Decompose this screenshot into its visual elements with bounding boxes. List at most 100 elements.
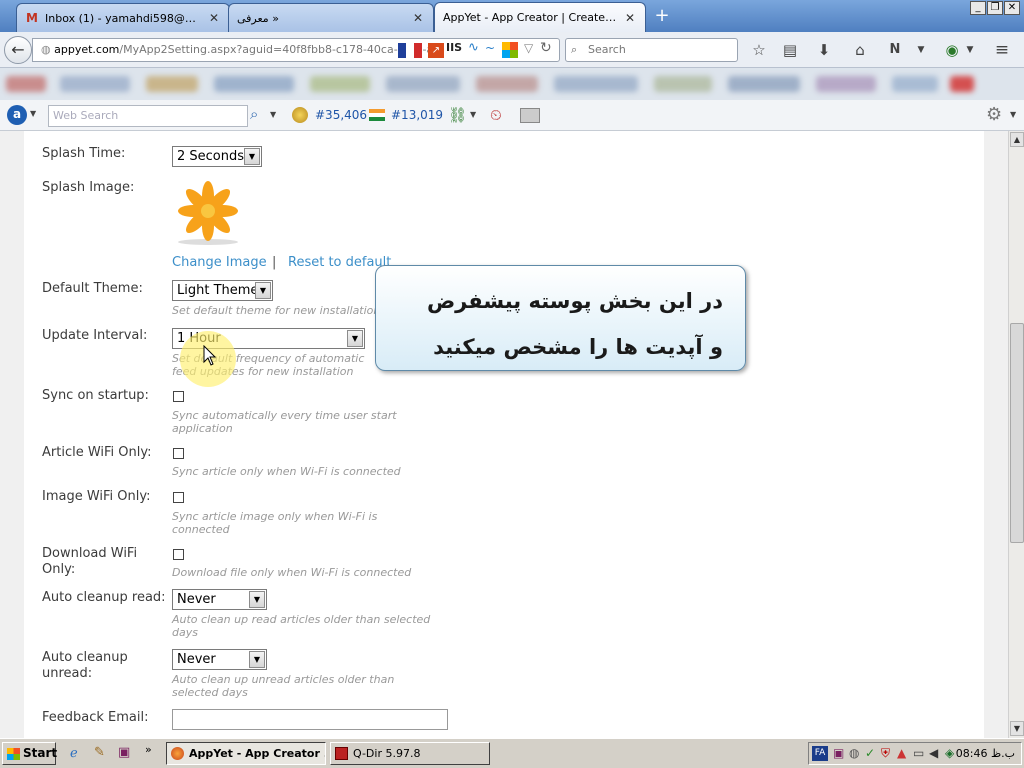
address-bar[interactable]: ◍ appyet.com/MyApp2Setting.aspx?aguid=40… bbox=[32, 38, 560, 62]
restore-button[interactable]: ❐ bbox=[987, 1, 1003, 15]
qdir-icon bbox=[335, 747, 348, 760]
search-input[interactable]: ⌕ Search bbox=[565, 38, 738, 62]
dropdown-arrow-icon[interactable]: ▽ bbox=[524, 41, 533, 55]
iis-addon-icon[interactable]: IIS bbox=[446, 41, 462, 54]
tab-moarefi[interactable]: معرفی » ✕ bbox=[228, 3, 434, 32]
taskbar-window-qdir[interactable]: Q-Dir 5.97.8 bbox=[330, 742, 490, 765]
windows-logo-icon[interactable] bbox=[502, 42, 518, 58]
dropdown-arrow-icon[interactable]: ▼ bbox=[30, 109, 36, 118]
bookmark-blurred[interactable] bbox=[310, 76, 370, 92]
web-search-input[interactable]: Web Search bbox=[48, 105, 248, 127]
reading-list-icon[interactable]: ▤ bbox=[780, 40, 800, 60]
link-icon[interactable]: ⛓ bbox=[448, 106, 467, 124]
notes-addon-icon[interactable]: N bbox=[885, 40, 905, 60]
auto-cleanup-unread-select[interactable]: Never ▼ bbox=[172, 649, 267, 670]
home-icon[interactable]: ⌂ bbox=[850, 40, 870, 60]
bookmark-blurred[interactable] bbox=[892, 76, 938, 92]
sync-on-startup-help: Sync automatically every time user start… bbox=[172, 409, 397, 435]
minimize-button[interactable]: _ bbox=[970, 1, 986, 15]
wave-addon-icon[interactable]: ∿ bbox=[468, 40, 479, 55]
tray-media-icon[interactable]: ▣ bbox=[833, 746, 844, 760]
chevron-down-icon: ▼ bbox=[249, 591, 265, 608]
scrollbar-thumb[interactable] bbox=[1010, 323, 1024, 543]
color-addon-icon[interactable]: ◉ bbox=[942, 40, 962, 60]
scroll-down-arrow-icon[interactable]: ▼ bbox=[1010, 721, 1024, 736]
taskbar-window-title: AppYet - App Creator ... bbox=[189, 747, 326, 760]
bookmarks-bar bbox=[0, 68, 1024, 100]
windows-taskbar: Start ℯ ✎ ▣ » AppYet - App Creator ... Q… bbox=[0, 738, 1024, 768]
tray-security-icon[interactable]: ✓ bbox=[865, 746, 875, 760]
chart-addon-icon[interactable]: ↗ bbox=[428, 43, 444, 58]
bookmark-blurred[interactable] bbox=[214, 76, 294, 92]
scroll-up-arrow-icon[interactable]: ▲ bbox=[1010, 132, 1024, 147]
bookmark-blurred[interactable] bbox=[386, 76, 460, 92]
chevron-down-icon: ▼ bbox=[244, 148, 260, 165]
media-quicklaunch-icon[interactable]: ▣ bbox=[118, 745, 130, 760]
dropdown-arrow-icon[interactable]: ▼ bbox=[1010, 110, 1016, 119]
bookmark-blurred[interactable] bbox=[146, 76, 198, 92]
download-wifi-only-label: Download WiFi Only: bbox=[42, 546, 138, 577]
alexa-logo-icon[interactable]: a bbox=[7, 105, 27, 125]
dropdown-arrow-icon[interactable]: ▼ bbox=[270, 110, 276, 119]
tab-appyet[interactable]: AppYet - App Creator | Create An... ✕ bbox=[434, 2, 646, 32]
country-rank[interactable]: #13,019 bbox=[391, 108, 443, 122]
bookmark-blurred[interactable] bbox=[476, 76, 538, 92]
tab-gmail-inbox[interactable]: M Inbox (1) - yamahdi598@gma... ✕ bbox=[16, 3, 230, 32]
tray-disk-icon[interactable]: ◍ bbox=[849, 746, 859, 760]
new-tab-button[interactable]: + bbox=[652, 7, 672, 27]
tray-monitor-icon[interactable]: ▭ bbox=[913, 746, 924, 760]
dropdown-arrow-icon[interactable]: ▼ bbox=[470, 110, 476, 119]
default-theme-value: Light Theme bbox=[177, 283, 259, 298]
dropdown-arrow-icon[interactable]: ▼ bbox=[960, 40, 980, 60]
close-tab-icon[interactable]: ✕ bbox=[623, 11, 637, 25]
utility-quicklaunch-icon[interactable]: ✎ bbox=[94, 745, 105, 760]
menu-hamburger-icon[interactable]: ≡ bbox=[992, 40, 1012, 60]
image-wifi-only-checkbox[interactable] bbox=[173, 492, 184, 503]
bookmark-blurred[interactable] bbox=[60, 76, 130, 92]
bookmark-blurred[interactable] bbox=[654, 76, 712, 92]
bookmark-blurred[interactable] bbox=[816, 76, 876, 92]
default-theme-select[interactable]: Light Theme ▼ bbox=[172, 280, 273, 301]
tutorial-callout: در این بخش پوسته پیشفرض و آپدیت ها را مش… bbox=[375, 265, 746, 371]
reset-to-default-link[interactable]: Reset to default bbox=[288, 255, 391, 270]
tray-shield-icon[interactable]: ⛨ bbox=[881, 746, 890, 761]
bookmark-blurred[interactable] bbox=[554, 76, 638, 92]
feedback-email-input[interactable] bbox=[172, 709, 448, 730]
splash-time-select[interactable]: 2 Seconds ▼ bbox=[172, 146, 262, 167]
close-tab-icon[interactable]: ✕ bbox=[411, 11, 425, 25]
gear-icon[interactable]: ⚙ bbox=[986, 104, 1002, 125]
tray-network-icon[interactable]: ◈ bbox=[945, 746, 954, 760]
timer-icon[interactable]: ⏲ bbox=[490, 106, 502, 124]
language-indicator[interactable]: FA bbox=[812, 746, 828, 761]
back-button[interactable]: ← bbox=[4, 36, 32, 64]
start-button[interactable]: Start bbox=[2, 742, 57, 765]
bookmark-star-icon[interactable]: ☆ bbox=[749, 40, 769, 60]
reload-icon[interactable]: ↻ bbox=[540, 40, 552, 56]
taskbar-window-firefox[interactable]: AppYet - App Creator ... bbox=[166, 742, 326, 765]
tray-alert-icon[interactable]: ▲ bbox=[897, 746, 906, 760]
download-icon[interactable]: ⬇ bbox=[814, 40, 834, 60]
bookmark-blurred[interactable] bbox=[728, 76, 800, 92]
tilde-addon-icon[interactable]: ~ bbox=[485, 41, 495, 55]
card-icon[interactable] bbox=[520, 108, 540, 123]
auto-cleanup-read-select[interactable]: Never ▼ bbox=[172, 589, 267, 610]
search-icon[interactable]: ⌕ bbox=[250, 105, 258, 123]
close-window-button[interactable]: ✕ bbox=[1004, 1, 1020, 15]
bookmark-blurred[interactable] bbox=[6, 76, 46, 92]
tray-volume-icon[interactable]: ◀ bbox=[929, 746, 938, 760]
vertical-scrollbar[interactable]: ▲ ▼ bbox=[1008, 131, 1024, 738]
global-rank[interactable]: #35,406 bbox=[315, 108, 367, 122]
auto-cleanup-read-value: Never bbox=[177, 592, 216, 607]
change-image-link[interactable]: Change Image bbox=[172, 255, 267, 270]
sync-on-startup-checkbox[interactable] bbox=[173, 391, 184, 402]
back-arrow-icon: ← bbox=[11, 40, 25, 59]
france-flag-icon[interactable] bbox=[398, 43, 422, 58]
article-wifi-only-checkbox[interactable] bbox=[173, 448, 184, 459]
quicklaunch-more-icon[interactable]: » bbox=[145, 743, 152, 756]
download-wifi-only-checkbox[interactable] bbox=[173, 549, 184, 560]
bookmark-blurred[interactable] bbox=[950, 76, 974, 92]
close-tab-icon[interactable]: ✕ bbox=[207, 11, 221, 25]
chevron-down-icon: ▼ bbox=[249, 651, 265, 668]
dropdown-arrow-icon[interactable]: ▼ bbox=[911, 40, 931, 60]
ie-quicklaunch-icon[interactable]: ℯ bbox=[70, 746, 78, 761]
